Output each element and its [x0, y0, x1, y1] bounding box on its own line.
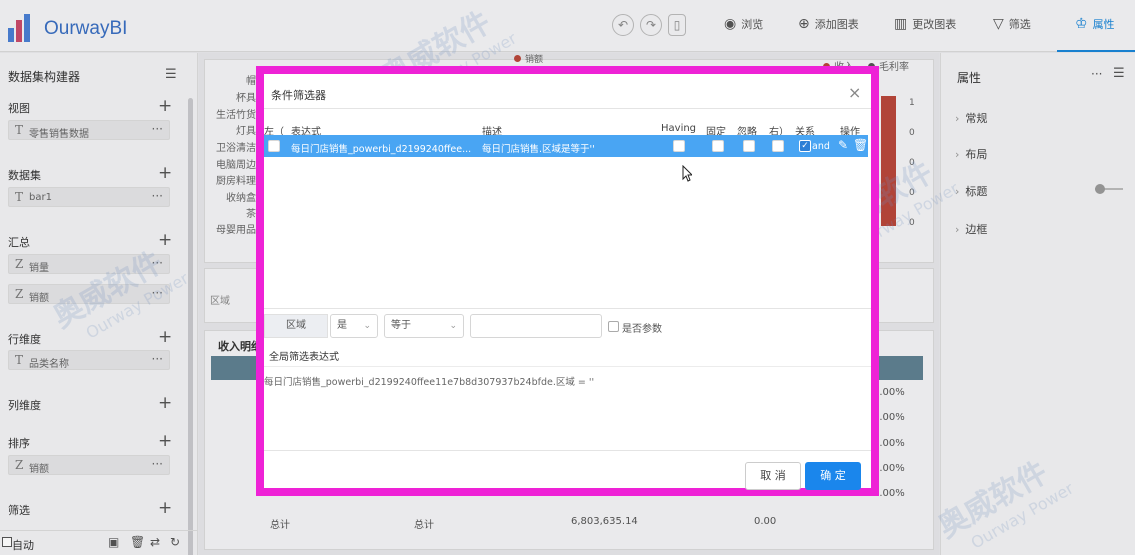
- relation-checkbox[interactable]: ✓: [799, 140, 811, 152]
- delete-icon[interactable]: 🗑: [853, 138, 868, 152]
- chevron-down-icon: ⌄: [449, 321, 457, 331]
- having-checkbox[interactable]: [673, 140, 685, 152]
- is-select[interactable]: 是 ⌄: [330, 314, 378, 338]
- right-paren-checkbox[interactable]: [772, 140, 784, 152]
- col-having: Having: [661, 123, 697, 134]
- global-expression-text[interactable]: 每日门店销售_powerbi_d2199240ffee11e7b8d307937…: [264, 374, 594, 388]
- mouse-cursor-icon: [682, 165, 692, 182]
- close-icon[interactable]: ×: [848, 83, 861, 102]
- row-relation: and: [812, 141, 830, 152]
- is-parameter-checkbox[interactable]: [608, 321, 619, 332]
- is-parameter-label: 是否参数: [622, 324, 662, 335]
- condition-field[interactable]: 区域: [264, 314, 328, 338]
- fixed-checkbox[interactable]: [712, 140, 724, 152]
- chevron-down-icon: ⌄: [363, 321, 371, 331]
- left-paren-checkbox[interactable]: [268, 140, 280, 152]
- condition-editor: 区域 是 ⌄ 等于 ⌄ 是否参数: [264, 309, 871, 341]
- operator-select[interactable]: 等于 ⌄: [384, 314, 464, 338]
- row-description: 每日门店销售.区域是等于'': [482, 144, 595, 155]
- filter-table-header: 左（ 表达式 描述 Having 固定 忽略 右） 关系 操作: [264, 115, 871, 138]
- cancel-button[interactable]: 取 消: [745, 462, 801, 490]
- ok-button[interactable]: 确 定: [805, 462, 861, 490]
- edit-icon[interactable]: ✎: [838, 138, 848, 152]
- filter-row[interactable]: 每日门店销售_powerbi_d2199240ffee... 每日门店销售.区域…: [264, 135, 868, 157]
- condition-filter-dialog: 条件筛选器 × 左（ 表达式 描述 Having 固定 忽略 右） 关系 操作 …: [256, 66, 879, 496]
- row-expression: 每日门店销售_powerbi_d2199240ffee...: [291, 144, 472, 155]
- ignore-checkbox[interactable]: [743, 140, 755, 152]
- condition-value-input[interactable]: [470, 314, 602, 338]
- dialog-title: 条件筛选器: [271, 89, 326, 102]
- global-expression-label: 全局筛选表达式: [269, 352, 339, 363]
